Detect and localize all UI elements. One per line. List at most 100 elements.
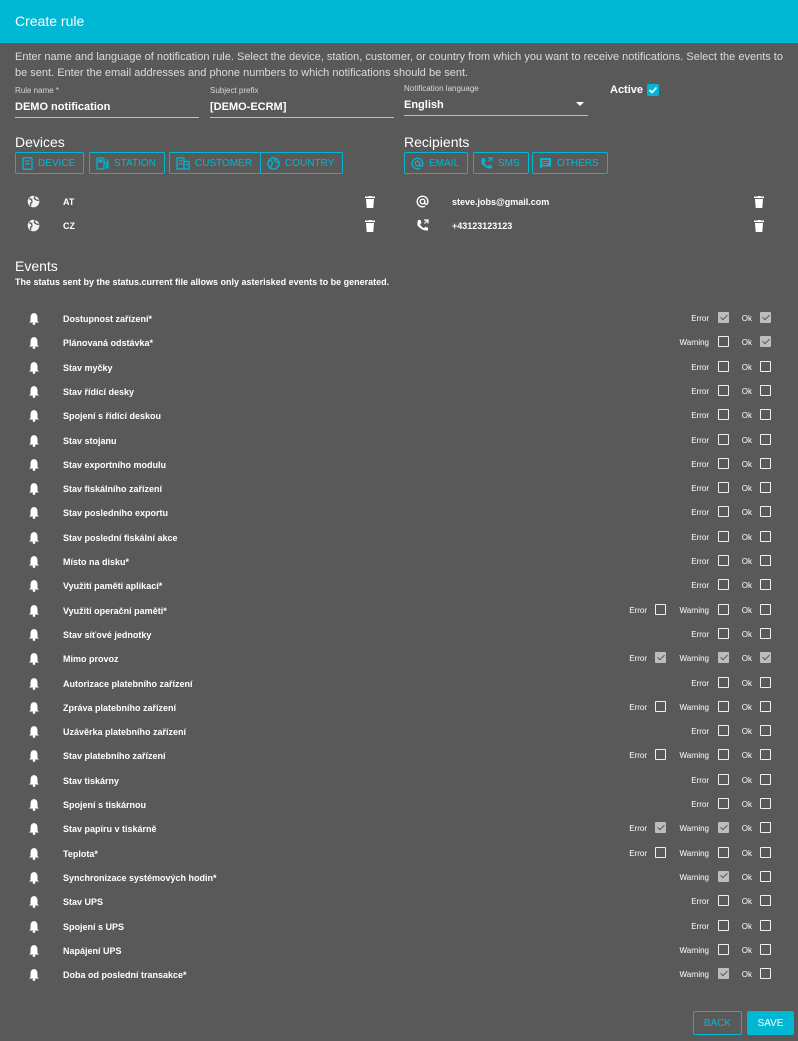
event-error-checkbox[interactable] [718,773,729,785]
add-station-button[interactable]: STATION [89,152,165,174]
event-warning-checkbox[interactable] [718,336,729,348]
event-ok-checkbox[interactable] [760,870,771,882]
event-level-label: Error [629,824,647,834]
event-ok-checkbox[interactable] [760,409,771,421]
event-level-label: Error [691,775,709,785]
event-error-checkbox[interactable] [655,700,666,712]
event-warning-checkbox[interactable] [718,943,729,955]
event-ok-checkbox[interactable] [760,482,771,494]
event-ok-checkbox[interactable] [760,676,771,688]
back-button[interactable]: BACK [693,1011,742,1035]
event-error-checkbox[interactable] [718,919,729,931]
language-value[interactable]: English [404,98,588,112]
event-error-checkbox[interactable] [655,846,666,858]
event-name: Stav myčky [63,362,113,373]
event-level-label: Warning [679,605,710,615]
event-error-checkbox[interactable] [655,603,666,615]
event-ok-checkbox[interactable] [760,530,771,542]
trash-icon[interactable] [754,196,764,208]
message-icon [540,157,551,169]
event-error-checkbox[interactable] [718,798,729,809]
event-error-checkbox[interactable] [718,725,729,737]
event-error-checkbox[interactable] [718,555,729,566]
event-ok-checkbox[interactable] [760,943,771,955]
event-error-checkbox[interactable] [718,895,729,907]
event-ok-checkbox[interactable] [760,312,771,323]
event-ok-checkbox[interactable] [760,555,771,566]
event-name: Spojení s řídící deskou [63,411,162,422]
event-error-checkbox[interactable] [655,652,666,664]
event-warning-checkbox[interactable] [718,846,729,858]
trash-icon[interactable] [365,196,375,208]
event-warning-checkbox[interactable] [718,870,729,882]
event-ok-checkbox[interactable] [760,336,771,348]
event-error-checkbox[interactable] [718,384,729,396]
event-ok-checkbox[interactable] [760,725,771,737]
language-select[interactable]: Notification language English [404,84,588,116]
event-ok-checkbox[interactable] [760,603,771,615]
bell-icon [28,482,40,500]
event-warning-checkbox[interactable] [718,749,729,761]
add-country-button[interactable]: COUNTRY [260,152,344,174]
event-ok-checkbox[interactable] [760,749,771,761]
event-ok-checkbox[interactable] [760,919,771,931]
add-email-button[interactable]: EMAIL [404,152,469,174]
event-error-checkbox[interactable] [718,409,729,421]
event-ok-checkbox[interactable] [760,846,771,858]
event-ok-checkbox[interactable] [760,968,771,980]
event-row: Stav papíru v tiskárně Error Warning Ok [0,819,798,839]
event-warning-checkbox[interactable] [718,652,729,664]
event-error-checkbox[interactable] [718,676,729,688]
trash-icon[interactable] [365,220,375,232]
event-ok-checkbox[interactable] [760,627,771,639]
event-warning-checkbox[interactable] [718,700,729,712]
trash-icon[interactable] [754,220,764,232]
event-level-label: Ok [741,775,752,785]
subject-prefix-field[interactable]: Subject prefix [DEMO-ECRM] [210,86,394,118]
event-ok-checkbox[interactable] [760,506,771,518]
event-row: Stav UPS Error Ok [0,892,798,912]
event-ok-checkbox[interactable] [760,360,771,372]
event-warning-checkbox[interactable] [718,603,729,615]
add-device-button[interactable]: DEVICE [15,152,85,174]
event-ok-checkbox[interactable] [760,822,771,834]
add-customer-button[interactable]: CUSTOMER [169,152,262,174]
event-error-checkbox[interactable] [718,579,729,591]
event-level-label: Error [691,411,709,421]
event-ok-checkbox[interactable] [760,773,771,785]
event-ok-checkbox[interactable] [760,384,771,396]
add-sms-button[interactable]: SMS [473,152,529,174]
rule-name-field[interactable]: Rule name * DEMO notification [15,86,199,118]
event-error-checkbox[interactable] [718,627,729,639]
event-error-checkbox[interactable] [655,749,666,761]
chevron-down-icon[interactable] [576,102,584,106]
event-ok-checkbox[interactable] [760,433,771,445]
event-error-checkbox[interactable] [718,506,729,518]
add-others-button[interactable]: OTHERS [532,152,608,174]
event-error-checkbox[interactable] [655,822,666,834]
event-level-label: Warning [679,338,710,348]
event-error-checkbox[interactable] [718,312,729,323]
event-ok-checkbox[interactable] [760,457,771,469]
event-row: Stav platebního zařízení Error Warning Ok [0,746,798,766]
event-level-label: Ok [741,532,752,542]
event-error-checkbox[interactable] [718,482,729,494]
event-ok-checkbox[interactable] [760,798,771,809]
save-button[interactable]: SAVE [747,1011,794,1035]
event-ok-checkbox[interactable] [760,895,771,907]
event-ok-checkbox[interactable] [760,700,771,712]
event-error-checkbox[interactable] [718,360,729,372]
event-ok-checkbox[interactable] [760,652,771,664]
event-error-checkbox[interactable] [718,457,729,469]
event-ok-checkbox[interactable] [760,579,771,591]
event-warning-checkbox[interactable] [718,968,729,980]
subject-prefix-input[interactable]: [DEMO-ECRM] [210,100,394,114]
event-warning-checkbox[interactable] [718,822,729,834]
event-error-checkbox[interactable] [718,433,729,445]
bell-icon [28,579,40,597]
event-error-checkbox[interactable] [718,530,729,542]
event-level-label: Warning [679,945,710,955]
rule-name-input[interactable]: DEMO notification [15,100,199,114]
event-row: Dostupnost zařízení* Error Ok [0,309,798,329]
active-checkbox[interactable] [647,84,659,96]
